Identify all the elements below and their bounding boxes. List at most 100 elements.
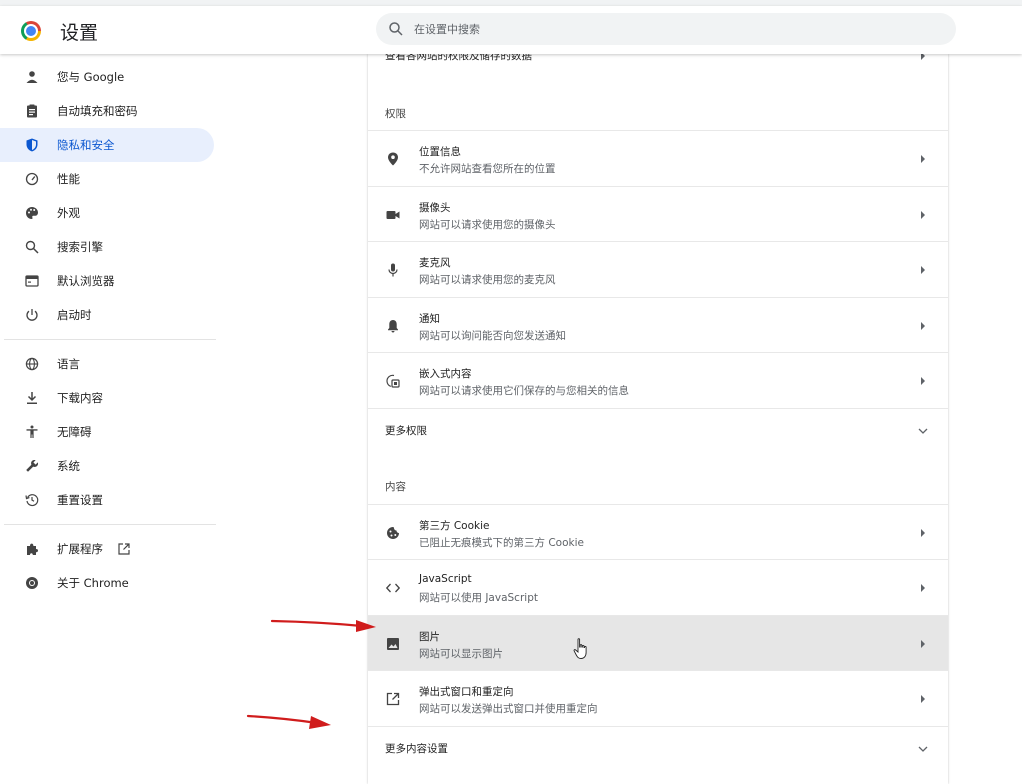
sidebar-item-accessibility[interactable]: 无障碍 (0, 415, 216, 449)
arrow-right-icon (921, 155, 925, 163)
sidebar: 您与 Google 自动填充和密码 隐私和安全 性能 外观 搜索引擎 默认浏览器… (0, 60, 216, 600)
download-icon (24, 390, 40, 406)
content-heading: 内容 (385, 481, 406, 493)
permission-row-notifications[interactable]: 通知 网站可以询问能否向您发送通知 (368, 297, 948, 352)
history-reset-icon (24, 492, 40, 508)
more-permissions-label: 更多权限 (385, 425, 427, 437)
person-icon (24, 69, 40, 85)
row-title: 通知 (419, 313, 440, 325)
content-row-javascript[interactable]: JavaScript 网站可以使用 JavaScript (368, 559, 948, 615)
search-icon (24, 239, 40, 255)
row-subtitle: 不允许网站查看您所在的位置 (419, 163, 556, 175)
content-row-images[interactable]: 图片 网站可以显示图片 (368, 615, 948, 670)
sidebar-item-appearance[interactable]: 外观 (0, 196, 216, 230)
arrow-right-icon (921, 529, 925, 537)
permissions-heading: 权限 (385, 108, 406, 120)
sidebar-item-label: 系统 (57, 459, 80, 473)
sidebar-item-label: 下载内容 (57, 391, 103, 405)
hand-pointer-cursor (573, 638, 587, 659)
more-content-settings-row[interactable]: 更多内容设置 (368, 726, 948, 770)
sidebar-item-label: 扩展程序 (57, 542, 103, 556)
code-icon (385, 580, 401, 596)
settings-header: 设置 (0, 6, 1022, 54)
permission-row-embedded-content[interactable]: 嵌入式内容 网站可以请求使用它们保存的与您相关的信息 (368, 352, 948, 408)
sidebar-item-search-engine[interactable]: 搜索引擎 (0, 230, 216, 264)
shield-icon (24, 137, 40, 153)
sidebar-item-label: 自动填充和密码 (57, 104, 138, 118)
sidebar-item-downloads[interactable]: 下载内容 (0, 381, 216, 415)
open-in-new-icon[interactable] (117, 542, 131, 556)
chevron-down-icon (918, 746, 928, 752)
sidebar-item-extensions[interactable]: 扩展程序 (0, 532, 216, 566)
arrow-right-icon (921, 54, 925, 60)
image-icon (385, 636, 401, 652)
row-title: 摄像头 (419, 202, 451, 214)
row-title: 位置信息 (419, 146, 461, 158)
sidebar-item-autofill[interactable]: 自动填充和密码 (0, 94, 216, 128)
permission-row-microphone[interactable]: 麦克风 网站可以请求使用您的麦克风 (368, 241, 948, 297)
settings-content-card: 查看各网站的权限及储存的数据 权限 位置信息 不允许网站查看您所在的位置 摄像头… (368, 54, 948, 784)
puzzle-icon (24, 541, 40, 557)
sidebar-divider (4, 524, 216, 525)
sidebar-item-performance[interactable]: 性能 (0, 162, 216, 196)
sidebar-item-on-startup[interactable]: 启动时 (0, 298, 216, 332)
sidebar-item-label: 启动时 (57, 308, 92, 322)
sidebar-item-label: 默认浏览器 (57, 274, 115, 288)
content-row-third-party-cookies[interactable]: 第三方 Cookie 已阻止无痕模式下的第三方 Cookie (368, 504, 948, 559)
sidebar-item-label: 语言 (57, 357, 80, 371)
row-title: 弹出式窗口和重定向 (419, 686, 514, 698)
chrome-icon (24, 575, 40, 591)
palette-icon (24, 205, 40, 221)
row-subtitle: 网站可以请求使用您的摄像头 (419, 219, 556, 231)
arrow-right-icon (921, 322, 925, 330)
sidebar-item-label: 关于 Chrome (57, 576, 129, 590)
sidebar-divider (4, 339, 216, 340)
power-icon (24, 307, 40, 323)
sidebar-item-languages[interactable]: 语言 (0, 347, 216, 381)
arrow-right-icon (921, 211, 925, 219)
row-subtitle: 网站可以显示图片 (419, 648, 503, 660)
embedded-content-icon (385, 373, 401, 389)
arrow-right-icon (921, 377, 925, 385)
row-subtitle: 网站可以发送弹出式窗口并使用重定向 (419, 703, 598, 715)
sidebar-item-label: 搜索引擎 (57, 240, 103, 254)
microphone-icon (385, 262, 401, 278)
bell-icon (385, 318, 401, 334)
sidebar-item-privacy[interactable]: 隐私和安全 (0, 128, 214, 162)
sidebar-item-label: 您与 Google (57, 70, 125, 84)
row-title: JavaScript (419, 573, 472, 585)
permission-row-camera[interactable]: 摄像头 网站可以请求使用您的摄像头 (368, 186, 948, 241)
search-box[interactable] (376, 13, 956, 45)
arrow-right-icon (921, 640, 925, 648)
globe-icon (24, 356, 40, 372)
more-permissions-row[interactable]: 更多权限 (368, 408, 948, 452)
clipboard-icon (24, 103, 40, 119)
page-title: 设置 (60, 22, 99, 44)
location-pin-icon (385, 151, 401, 167)
search-icon (389, 22, 403, 36)
site-data-row[interactable]: 查看各网站的权限及储存的数据 (368, 54, 948, 70)
permission-row-location[interactable]: 位置信息 不允许网站查看您所在的位置 (368, 130, 948, 186)
content-row-popups-redirects[interactable]: 弹出式窗口和重定向 网站可以发送弹出式窗口并使用重定向 (368, 670, 948, 726)
sidebar-item-default-browser[interactable]: 默认浏览器 (0, 264, 216, 298)
chrome-logo-icon (21, 21, 41, 41)
row-subtitle: 已阻止无痕模式下的第三方 Cookie (419, 537, 584, 549)
sidebar-item-reset[interactable]: 重置设置 (0, 483, 216, 517)
open-in-new-icon (385, 691, 401, 707)
row-title: 查看各网站的权限及储存的数据 (385, 54, 532, 62)
annotation-arrow (246, 714, 331, 729)
settings-window: 设置 您与 Google 自动填充和密码 隐私和安全 (0, 0, 1022, 784)
sidebar-item-system[interactable]: 系统 (0, 449, 216, 483)
arrow-right-icon (921, 584, 925, 592)
sidebar-item-about-chrome[interactable]: 关于 Chrome (0, 566, 216, 600)
accessibility-icon (24, 424, 40, 440)
row-subtitle: 网站可以询问能否向您发送通知 (419, 330, 566, 342)
row-subtitle: 网站可以请求使用您的麦克风 (419, 274, 556, 286)
sidebar-item-you-and-google[interactable]: 您与 Google (0, 60, 216, 94)
search-input[interactable] (414, 13, 934, 45)
arrow-right-icon (921, 266, 925, 274)
row-title: 麦克风 (419, 257, 451, 269)
row-subtitle: 网站可以使用 JavaScript (419, 592, 538, 604)
chevron-down-icon (918, 428, 928, 434)
more-content-settings-label: 更多内容设置 (385, 743, 448, 755)
